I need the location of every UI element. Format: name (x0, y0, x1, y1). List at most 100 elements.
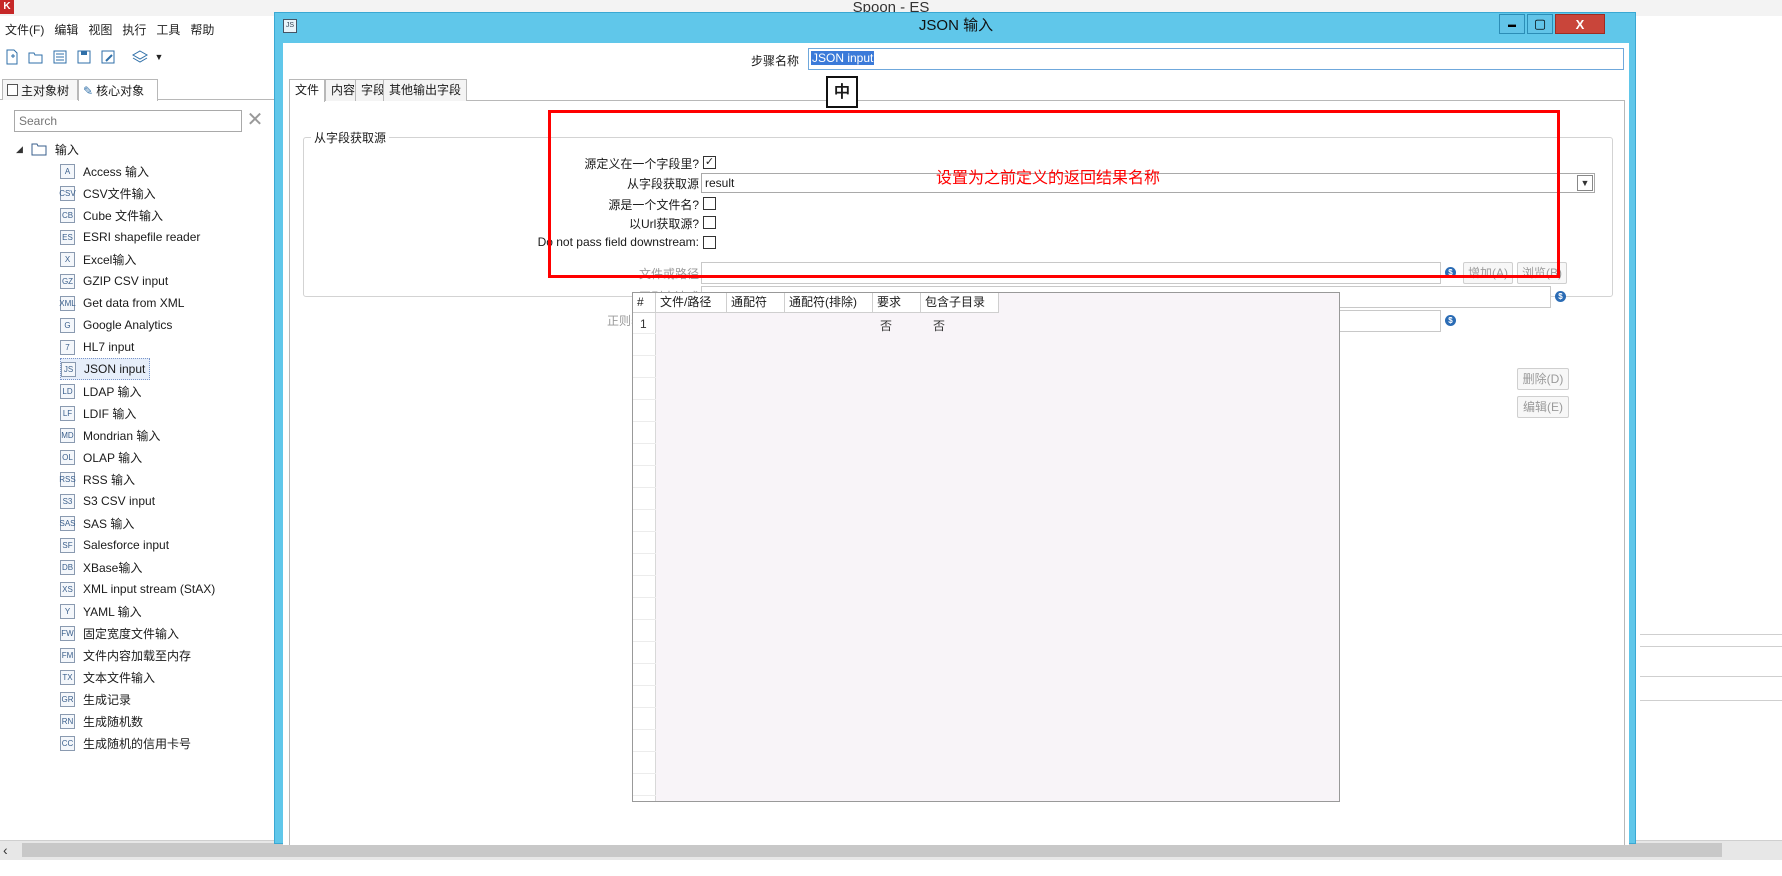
chevron-down-icon[interactable]: ▼ (1577, 175, 1593, 191)
step-type-icon: LD (60, 383, 75, 399)
tree-item[interactable]: MD Mondrian 输入 (60, 424, 160, 446)
minimize-button[interactable]: ▬ (1499, 14, 1525, 34)
tab-core-objects[interactable]: ✎ 核心对象 (78, 79, 158, 101)
tree-folder-input[interactable]: ◢ 输入 (16, 138, 79, 160)
tree-item[interactable]: CB Cube 文件输入 (60, 204, 163, 226)
tree-item[interactable]: CC 生成随机的信用卡号 (60, 732, 191, 754)
tree-item[interactable]: A Access 输入 (60, 160, 149, 182)
tree-item[interactable]: TX 文本文件输入 (60, 666, 155, 688)
collapse-arrow-icon[interactable]: ◢ (16, 144, 23, 155)
step-type-icon: FW (60, 625, 75, 641)
tree-item[interactable]: SF Salesforce input (60, 534, 169, 556)
tree-item[interactable]: GZ GZIP CSV input (60, 270, 168, 292)
tab-file[interactable]: 文件 (289, 79, 326, 102)
app-logo-icon: K (0, 0, 14, 14)
tree-item[interactable]: S3 S3 CSV input (60, 490, 155, 512)
open-icon[interactable] (26, 47, 46, 67)
tree-item[interactable]: GR 生成记录 (60, 688, 131, 710)
tree-item-label: OLAP 输入 (83, 450, 143, 465)
tab-additional-output-fields[interactable]: 其他输出字段 (383, 79, 468, 101)
grid-row-line (633, 597, 656, 598)
tree-item-label: Cube 文件输入 (83, 208, 164, 223)
steps-tree: ◢ 输入 A Access 输入 CSV CSV文件输入 CB Cube 文件输入 ES ES… (0, 138, 276, 844)
tree-item[interactable]: OL OLAP 输入 (60, 446, 142, 468)
tree-item[interactable]: XS XML input stream (StAX) (60, 578, 215, 600)
table-header-index: # (633, 293, 656, 313)
grid-row-line (633, 465, 656, 466)
tree-item[interactable]: Y YAML 输入 (60, 600, 142, 622)
menu-run[interactable]: 执行 (117, 21, 151, 38)
selected-files-table[interactable]: # 文件/路径 通配符 通配符(排除) 要求 包含子目录 1 否 否 (632, 292, 1340, 802)
menu-tools[interactable]: 工具 (151, 21, 185, 38)
tree-item[interactable]: 7 HL7 input (60, 336, 134, 358)
tree-item[interactable]: RSS RSS 输入 (59, 468, 135, 490)
json-step-icon: JS (283, 19, 297, 33)
menu-edit[interactable]: 编辑 (49, 21, 83, 38)
save-icon[interactable] (74, 47, 94, 67)
grid-row-line (633, 641, 656, 642)
save-as-icon[interactable] (98, 47, 118, 67)
tree-item[interactable]: CSV CSV文件输入 (59, 182, 156, 204)
step-type-icon: X (60, 251, 75, 267)
tree-item-label: 生成随机的信用卡号 (83, 736, 192, 751)
maximize-button[interactable]: ▢ (1527, 14, 1553, 34)
edit-button[interactable]: 编辑(E) (1517, 396, 1569, 418)
table-header-include-subfolders[interactable]: 包含子目录 (921, 293, 999, 313)
step-type-icon: 7 (60, 339, 75, 355)
tree-item[interactable]: LF LDIF 输入 (60, 402, 136, 424)
menu-bar: 文件(F) 编辑 视图 执行 工具 帮助 (0, 18, 280, 40)
grid-row-line (633, 575, 656, 576)
step-type-icon: SAS (60, 515, 76, 531)
tree-item-label: ESRI shapefile reader (83, 230, 201, 244)
tree-item[interactable]: JS JSON input (60, 358, 151, 380)
new-file-icon[interactable] (2, 47, 22, 67)
tree-item-label: LDIF 输入 (83, 406, 137, 421)
menu-file[interactable]: 文件(F) (0, 21, 49, 38)
step-name-input[interactable]: JSON input (808, 48, 1624, 70)
grid-row-line (633, 509, 656, 510)
explore-icon[interactable] (50, 47, 70, 67)
tree-item-label: 固定宽度文件输入 (83, 626, 180, 641)
tree-item-label: Google Analytics (83, 318, 173, 332)
group-title: 从字段获取源 (311, 129, 390, 146)
tree-item[interactable]: XML Get data from XML (59, 292, 185, 314)
delete-button[interactable]: 删除(D) (1517, 368, 1569, 390)
tree-item[interactable]: DB XBase输入 (60, 556, 142, 578)
search-input[interactable] (14, 110, 242, 132)
tree-item[interactable]: X Excel输入 (60, 248, 136, 270)
close-button[interactable]: X (1555, 14, 1605, 34)
clear-search-icon[interactable]: ✕ (246, 110, 264, 132)
grid-row-line (633, 685, 656, 686)
tab-main-tree[interactable]: 主对象树 (2, 79, 78, 100)
tab-core-objects-label: 核心对象 (96, 84, 145, 98)
tree-item[interactable]: FM 文件内容加载至内存 (60, 644, 191, 666)
table-cell-include-subfolders[interactable]: 否 (933, 317, 945, 334)
toolbar: ▼ (0, 44, 280, 70)
step-type-icon: Y (60, 603, 75, 619)
grid-row-line (633, 707, 656, 708)
grid-row-line (633, 773, 656, 774)
scrollbar-thumb[interactable] (22, 843, 1722, 857)
tree-item[interactable]: SAS SAS 输入 (60, 512, 134, 534)
step-type-icon: GZ (60, 273, 75, 289)
dropdown-arrow-icon[interactable]: ▼ (154, 47, 164, 67)
tree-item-label: Get data from XML (83, 296, 185, 310)
grid-row-line (633, 421, 656, 422)
tree-item[interactable]: ES ESRI shapefile reader (60, 226, 200, 248)
menu-view[interactable]: 视图 (83, 21, 117, 38)
tree-item[interactable]: G Google Analytics (60, 314, 172, 336)
tree-item[interactable]: FW 固定宽度文件输入 (60, 622, 179, 644)
grid-row-line (633, 531, 656, 532)
menu-help[interactable]: 帮助 (185, 21, 219, 38)
tree-item-label: HL7 input (83, 340, 135, 354)
table-cell-required[interactable]: 否 (880, 317, 892, 334)
table-header-wildcard[interactable]: 通配符 (727, 293, 785, 313)
table-header-required[interactable]: 要求 (873, 293, 921, 313)
table-header-path[interactable]: 文件/路径 (656, 293, 727, 313)
step-type-icon: SF (60, 537, 75, 553)
tree-item[interactable]: RN 生成随机数 (60, 710, 143, 732)
tree-item[interactable]: LD LDAP 输入 (60, 380, 141, 402)
table-header-wildcard-exclude[interactable]: 通配符(排除) (785, 293, 873, 313)
scroll-left-icon[interactable]: ‹ (3, 842, 17, 858)
layers-icon[interactable] (130, 47, 150, 67)
